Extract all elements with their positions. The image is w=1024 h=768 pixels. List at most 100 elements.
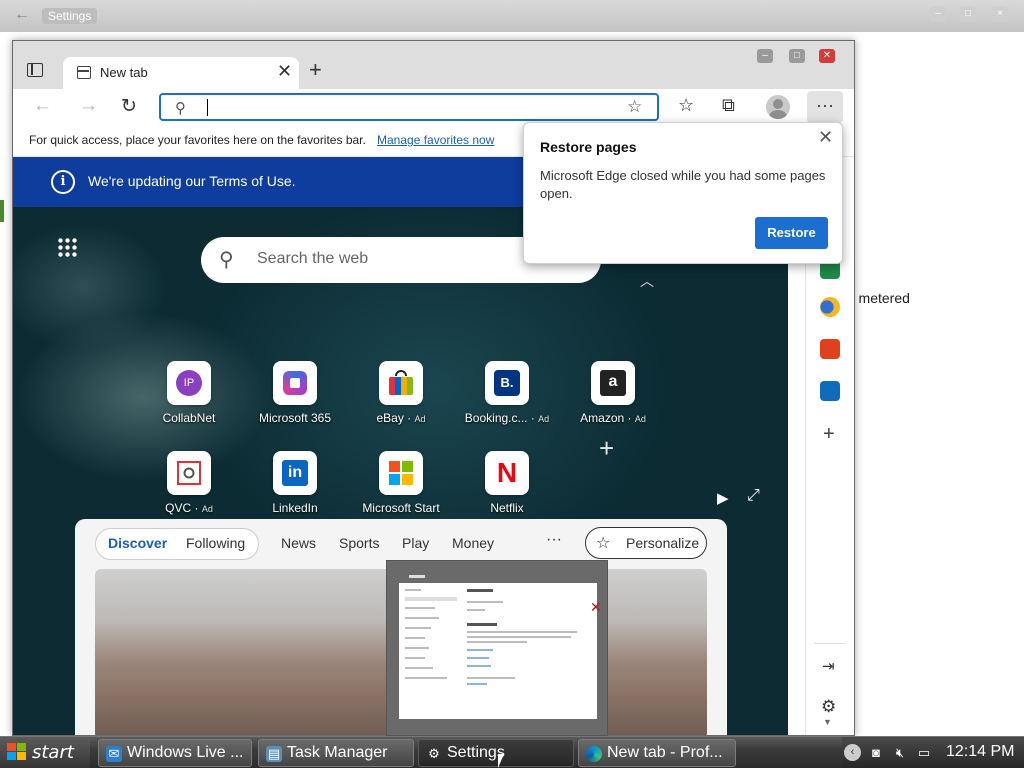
taskbar-item-windows-live[interactable]: ✉ Windows Live ... bbox=[98, 739, 252, 767]
search-placeholder: Search the web bbox=[257, 250, 369, 267]
windows-live-icon: ✉ bbox=[106, 746, 122, 762]
tile-label: Amazon bbox=[580, 411, 625, 425]
scroll-down-arrow-icon[interactable]: ▼ bbox=[823, 717, 832, 727]
thumbnail-close-icon[interactable]: ✕ bbox=[590, 599, 602, 616]
linkedin-badge: in bbox=[282, 460, 308, 486]
office-icon[interactable] bbox=[820, 339, 840, 359]
quick-link-netflix[interactable]: N Netflix bbox=[457, 451, 557, 515]
new-tab-page-icon bbox=[77, 66, 91, 79]
minimize-button[interactable]: – bbox=[757, 49, 773, 63]
games-icon[interactable] bbox=[820, 297, 840, 317]
thumbnail-title-bar bbox=[409, 575, 425, 578]
close-icon[interactable]: ✕ bbox=[818, 127, 833, 148]
background-title-bar: ← Settings – □ × bbox=[0, 0, 1024, 32]
taskbar-item-settings[interactable]: ⚙ Settings bbox=[418, 739, 574, 767]
network-icon[interactable]: ◙ bbox=[868, 745, 884, 761]
quick-link-linkedin[interactable]: in LinkedIn bbox=[245, 451, 345, 515]
taskbar-item-label: Windows Live ... bbox=[127, 744, 244, 761]
search-icon: ⚲ bbox=[219, 249, 234, 271]
quick-link-qvc[interactable]: QVC · Ad bbox=[139, 451, 239, 515]
refresh-icon[interactable]: ↻ bbox=[121, 95, 137, 118]
start-label: start bbox=[32, 742, 74, 763]
favorites-icon[interactable]: ☆ bbox=[678, 95, 694, 116]
text-caret bbox=[207, 99, 208, 116]
new-tab-plus-icon[interactable]: + bbox=[309, 57, 322, 83]
taskbar-item-label: New tab - Prof... bbox=[607, 744, 723, 761]
sidebar-divider bbox=[814, 643, 846, 644]
background-accent-strip bbox=[0, 200, 4, 222]
quick-link-collabnet[interactable]: IP CollabNet bbox=[139, 361, 239, 425]
quick-link-booking[interactable]: B. Booking.c... · Ad bbox=[457, 361, 557, 425]
taskbar-item-label: Task Manager bbox=[287, 744, 388, 761]
tab-play[interactable]: Play bbox=[402, 535, 429, 551]
thumbnail-window: ✕ bbox=[399, 583, 602, 719]
restore-message: Microsoft Edge closed while you had some… bbox=[540, 168, 826, 201]
close-tab-icon[interactable]: ✕ bbox=[277, 61, 292, 82]
collections-icon[interactable]: ⧉ bbox=[722, 95, 735, 116]
tab-sports[interactable]: Sports bbox=[339, 535, 379, 551]
manage-favorites-link[interactable]: Manage favorites now bbox=[377, 133, 494, 147]
quick-link-ebay[interactable]: eBay · Ad bbox=[351, 361, 451, 425]
start-button[interactable]: start bbox=[0, 737, 90, 768]
settings-thumbnail-preview[interactable]: ✕ bbox=[386, 560, 608, 736]
address-bar[interactable]: ⚲ ☆ bbox=[159, 93, 659, 121]
tab-discover[interactable]: Discover bbox=[108, 535, 167, 551]
clock[interactable]: 12:14 PM bbox=[946, 743, 1014, 761]
app-launcher-icon[interactable] bbox=[57, 237, 77, 257]
minimize-icon[interactable]: – bbox=[930, 6, 946, 22]
volume-muted-icon[interactable]: 🔇︎ bbox=[892, 745, 908, 761]
tab-following[interactable]: Following bbox=[186, 535, 245, 551]
close-icon[interactable]: × bbox=[992, 6, 1008, 22]
taskbar-item-edge[interactable]: New tab - Prof... bbox=[578, 739, 736, 767]
netflix-icon: N bbox=[485, 451, 529, 495]
amazon-icon: a bbox=[591, 361, 635, 405]
tab-new-tab[interactable]: New tab ✕ bbox=[63, 57, 299, 89]
maximize-button[interactable]: □ bbox=[789, 49, 805, 63]
more-topics-icon[interactable]: ··· bbox=[546, 531, 562, 549]
terms-banner-text: We're updating our Terms of Use. bbox=[88, 173, 296, 189]
profile-avatar[interactable] bbox=[766, 95, 790, 119]
back-icon[interactable]: ← bbox=[33, 95, 52, 117]
personalize-button[interactable]: ☆ Personalize bbox=[585, 527, 707, 559]
tile-label: Microsoft Start bbox=[362, 501, 440, 515]
tile-label: Netflix bbox=[490, 501, 524, 515]
edge-sidebar: + ⇥ ⚙ ▼ bbox=[805, 241, 854, 735]
add-site-plus-icon[interactable]: + bbox=[599, 433, 614, 464]
mouse-cursor-icon bbox=[498, 754, 504, 768]
back-arrow-icon[interactable]: ← bbox=[14, 6, 34, 26]
show-hidden-icons-chevron-icon[interactable]: ‹ bbox=[844, 744, 861, 761]
sidebar-settings-gear-icon[interactable]: ⚙ bbox=[821, 697, 836, 717]
system-tray: ‹ ◙ 🔇︎ ▭ 12:14 PM bbox=[842, 737, 1024, 768]
booking-badge: B. bbox=[494, 370, 520, 396]
tab-money[interactable]: Money bbox=[452, 535, 494, 551]
forward-icon[interactable]: → bbox=[79, 95, 98, 117]
ip-icon: IP bbox=[167, 361, 211, 405]
edge-icon bbox=[586, 746, 602, 762]
ad-badge: Ad bbox=[538, 414, 550, 424]
maximize-icon[interactable]: □ bbox=[960, 6, 976, 22]
chevron-up-icon[interactable]: ︿ bbox=[640, 271, 654, 291]
quick-link-amazon[interactable]: a Amazon · Ad bbox=[563, 361, 663, 425]
restore-title: Restore pages bbox=[540, 139, 637, 155]
personalize-label: Personalize bbox=[626, 535, 700, 551]
outlook-icon[interactable] bbox=[820, 381, 840, 401]
hide-sidebar-icon[interactable]: ⇥ bbox=[822, 657, 835, 675]
quick-link-microsoft-365[interactable]: Microsoft 365 bbox=[245, 361, 345, 425]
play-icon[interactable]: ▶ bbox=[717, 489, 729, 507]
add-favorite-icon[interactable]: ☆ bbox=[627, 97, 642, 117]
taskbar-item-task-manager[interactable]: ▤ Task Manager bbox=[258, 739, 414, 767]
settings-and-more-button[interactable]: ··· bbox=[807, 91, 843, 123]
add-sidebar-app-icon[interactable]: + bbox=[823, 423, 835, 446]
task-manager-icon: ▤ bbox=[266, 746, 282, 762]
display-icon[interactable]: ▭ bbox=[916, 745, 932, 761]
tab-strip: New tab ✕ + – □ ✕ bbox=[13, 41, 854, 89]
close-window-button[interactable]: ✕ bbox=[819, 49, 835, 63]
quick-link-microsoft-start[interactable]: Microsoft Start bbox=[351, 451, 451, 515]
restore-button[interactable]: Restore bbox=[755, 217, 828, 249]
tab-news[interactable]: News bbox=[281, 535, 316, 551]
tab-actions-icon[interactable] bbox=[27, 63, 43, 77]
taskbar: start ✉ Windows Live ... ▤ Task Manager … bbox=[0, 736, 1024, 768]
info-icon: i bbox=[51, 170, 75, 194]
ip-badge: IP bbox=[176, 370, 202, 396]
expand-icon[interactable]: ⤢ bbox=[747, 487, 760, 505]
